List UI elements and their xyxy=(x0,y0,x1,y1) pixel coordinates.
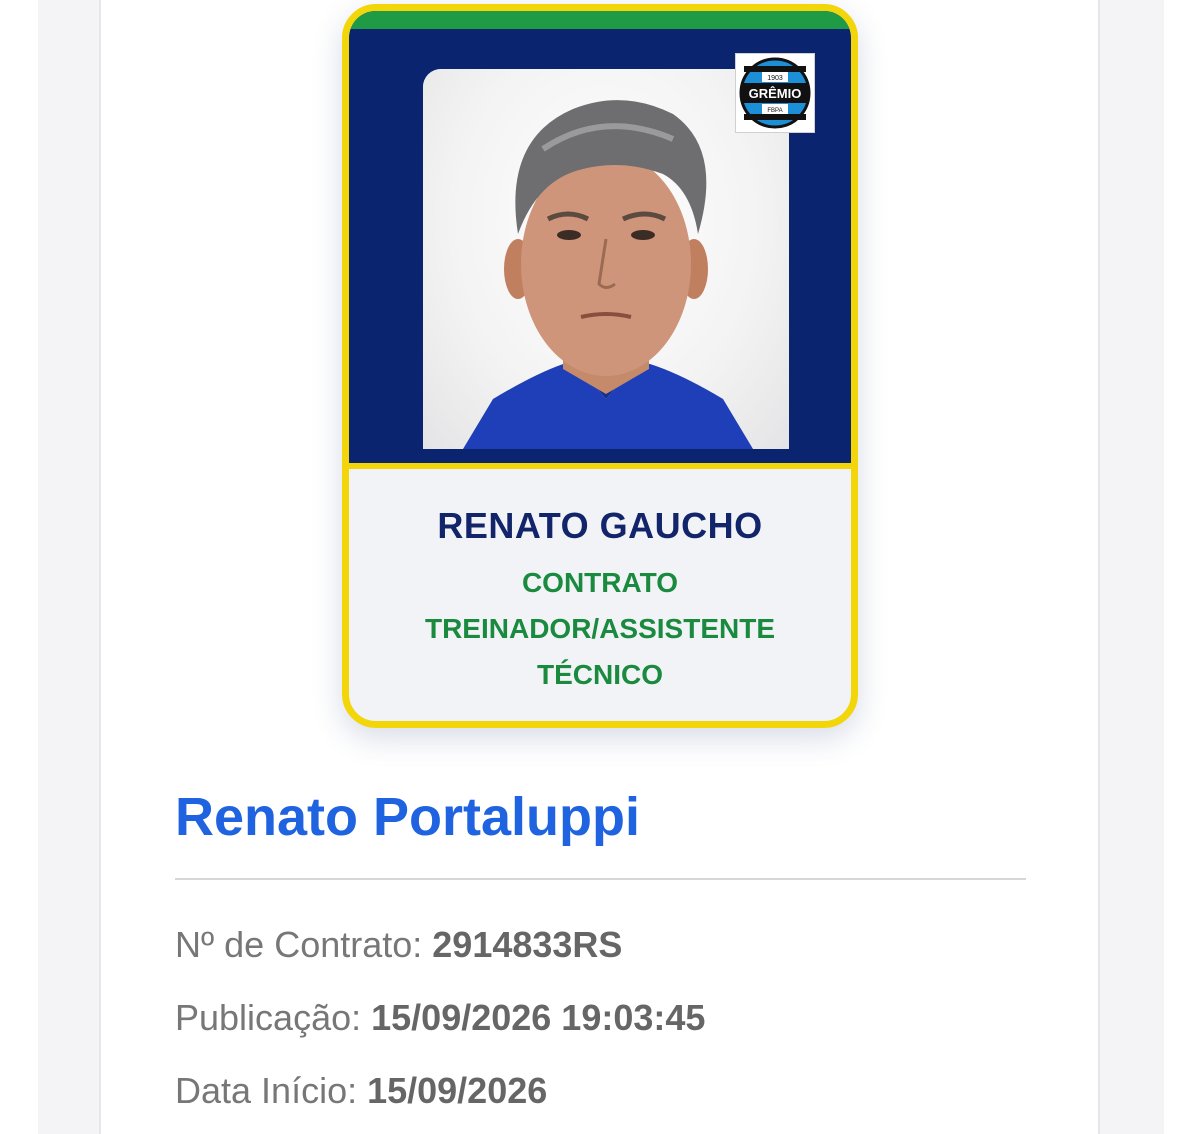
right-margin xyxy=(1100,0,1164,1134)
card-role-line-2: TREINADOR/ASSISTENTE xyxy=(424,613,776,644)
person-full-name: Renato Portaluppi xyxy=(175,787,641,847)
left-margin xyxy=(38,0,100,1134)
contract-number-label: Nº de Contrato: xyxy=(175,924,433,965)
page: 1903 GRÊMIO FBPA RENATO GAUCHO CONTRATO … xyxy=(0,0,1200,1134)
contract-number-row: Nº de Contrato: 2914833RS xyxy=(175,924,622,966)
crest-year: 1903 xyxy=(767,75,783,82)
contract-number-value: 2914833RS xyxy=(432,924,623,965)
start-date-value: 15/09/2026 xyxy=(367,1070,548,1111)
crest-initials: FBPA xyxy=(767,108,782,114)
start-date-label: Data Início: xyxy=(175,1070,368,1111)
panel-border-left xyxy=(99,0,101,1134)
card-role-line-3: TÉCNICO xyxy=(537,659,663,690)
publication-value: 15/09/2026 19:03:45 xyxy=(371,997,706,1038)
club-crest: 1903 GRÊMIO FBPA xyxy=(735,53,815,133)
card-nickname: RENATO GAUCHO xyxy=(437,505,763,546)
divider xyxy=(175,878,1026,880)
crest-name: GRÊMIO xyxy=(749,86,802,101)
publication-row: Publicação: 15/09/2026 19:03:45 xyxy=(175,997,705,1039)
card-green-stripe xyxy=(349,11,851,29)
publication-label: Publicação: xyxy=(175,997,372,1038)
start-date-row: Data Início: 15/09/2026 xyxy=(175,1070,547,1112)
card-divider xyxy=(349,463,851,469)
card-role-line-1: CONTRATO xyxy=(521,567,679,598)
player-card: 1903 GRÊMIO FBPA RENATO GAUCHO CONTRATO … xyxy=(342,4,858,728)
panel-border-right xyxy=(1098,0,1100,1134)
